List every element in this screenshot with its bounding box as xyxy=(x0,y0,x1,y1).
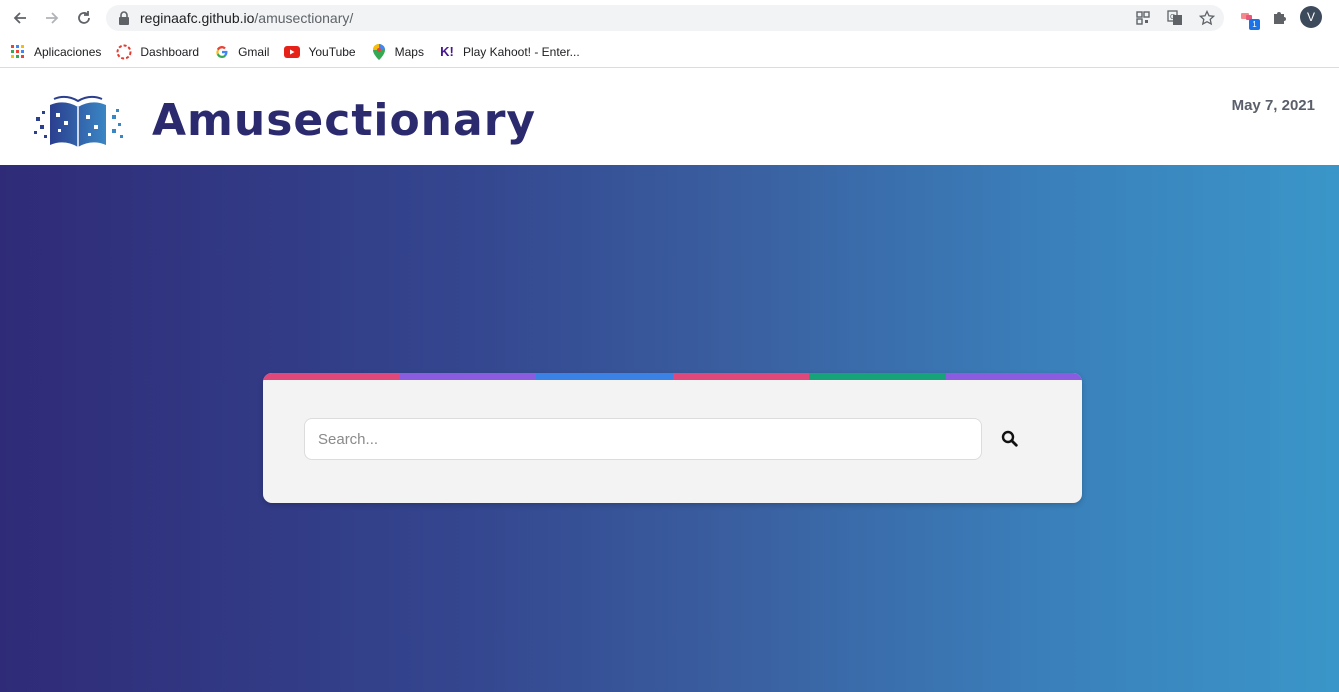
arrow-left-icon xyxy=(13,12,26,24)
back-button[interactable] xyxy=(4,0,36,36)
stripe-segment xyxy=(809,373,946,380)
star-icon[interactable] xyxy=(1198,9,1216,27)
color-stripe xyxy=(263,373,1082,380)
bookmark-gmail[interactable]: Gmail xyxy=(214,44,269,60)
search-card xyxy=(263,373,1082,503)
site-title[interactable]: Amusectionary xyxy=(152,95,536,146)
puzzle-icon[interactable] xyxy=(1268,6,1290,28)
youtube-icon xyxy=(284,44,301,60)
maps-pin-icon xyxy=(371,43,387,60)
stripe-segment xyxy=(536,373,673,380)
current-date: May 7, 2021 xyxy=(1231,97,1315,114)
stripe-segment xyxy=(399,373,536,380)
extension-badge-icon[interactable]: 1 xyxy=(1236,6,1260,30)
search-icon xyxy=(1001,430,1018,447)
bookmark-aplicaciones[interactable]: Aplicaciones xyxy=(10,44,101,60)
site-header: Amusectionary May 7, 2021 xyxy=(0,69,1339,165)
url-text: reginaafc.github.io/amusectionary/ xyxy=(140,10,353,26)
url-host: reginaafc.github.io xyxy=(140,10,255,26)
bookmark-label: Aplicaciones xyxy=(34,44,102,59)
google-icon xyxy=(214,44,230,60)
kahoot-icon: K! xyxy=(440,44,454,59)
bookmark-label: Dashboard xyxy=(140,44,200,59)
address-bar[interactable]: reginaafc.github.io/amusectionary/ G xyxy=(106,5,1224,31)
bookmark-label: Play Kahoot! - Enter... xyxy=(462,44,580,59)
stripe-segment xyxy=(672,373,809,380)
open-book-logo-icon xyxy=(34,95,123,147)
dashboard-icon xyxy=(116,44,132,60)
url-path: /amusectionary/ xyxy=(254,10,354,26)
reload-button[interactable] xyxy=(68,0,100,36)
bookmark-maps[interactable]: Maps xyxy=(371,43,424,60)
hero-section xyxy=(0,165,1339,692)
bookmark-label: YouTube xyxy=(308,44,356,59)
profile-avatar[interactable]: V xyxy=(1300,6,1322,28)
bookmark-label: Gmail xyxy=(238,44,270,59)
bookmark-dashboard[interactable]: Dashboard xyxy=(116,44,199,60)
bookmark-kahoot[interactable]: K! Play Kahoot! - Enter... xyxy=(439,44,580,60)
reload-icon xyxy=(78,11,90,24)
stripe-segment xyxy=(263,373,400,380)
extension-badge-count: 1 xyxy=(1249,19,1260,30)
search-input[interactable] xyxy=(304,418,982,460)
bookmark-label: Maps xyxy=(394,44,424,59)
translate-icon[interactable]: G xyxy=(1166,9,1184,27)
stripe-segment xyxy=(945,373,1082,380)
lock-icon xyxy=(119,11,129,25)
forward-button[interactable] xyxy=(36,0,68,36)
qr-code-icon[interactable] xyxy=(1134,9,1152,27)
search-button[interactable] xyxy=(999,428,1019,448)
apps-grid-icon xyxy=(10,44,26,60)
browser-toolbar: reginaafc.github.io/amusectionary/ G 1 V xyxy=(0,0,1339,36)
svg-text:G: G xyxy=(1170,14,1175,21)
bookmarks-bar: Aplicaciones Dashboard Gmail YouTube Map… xyxy=(0,36,1339,68)
arrow-right-icon xyxy=(46,12,59,24)
bookmark-youtube[interactable]: YouTube xyxy=(284,44,356,60)
